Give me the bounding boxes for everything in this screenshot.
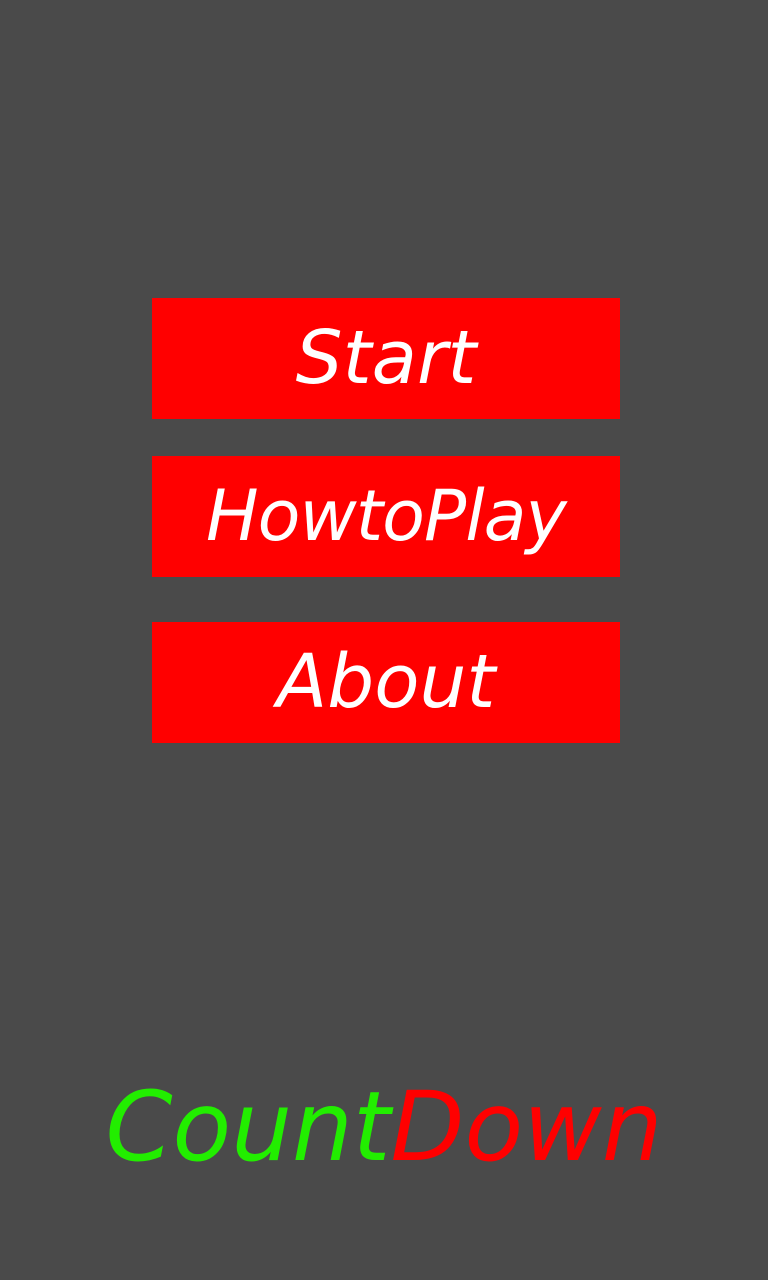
main-menu-screen: Start HowtoPlay About CountDown [0, 0, 768, 1280]
game-logo: CountDown [0, 1062, 768, 1192]
about-button[interactable]: About [152, 622, 620, 743]
logo-count-text: Count [105, 1071, 391, 1183]
start-button[interactable]: Start [152, 298, 620, 419]
logo-down-text: Down [390, 1071, 663, 1183]
how-to-play-button[interactable]: HowtoPlay [152, 456, 620, 577]
